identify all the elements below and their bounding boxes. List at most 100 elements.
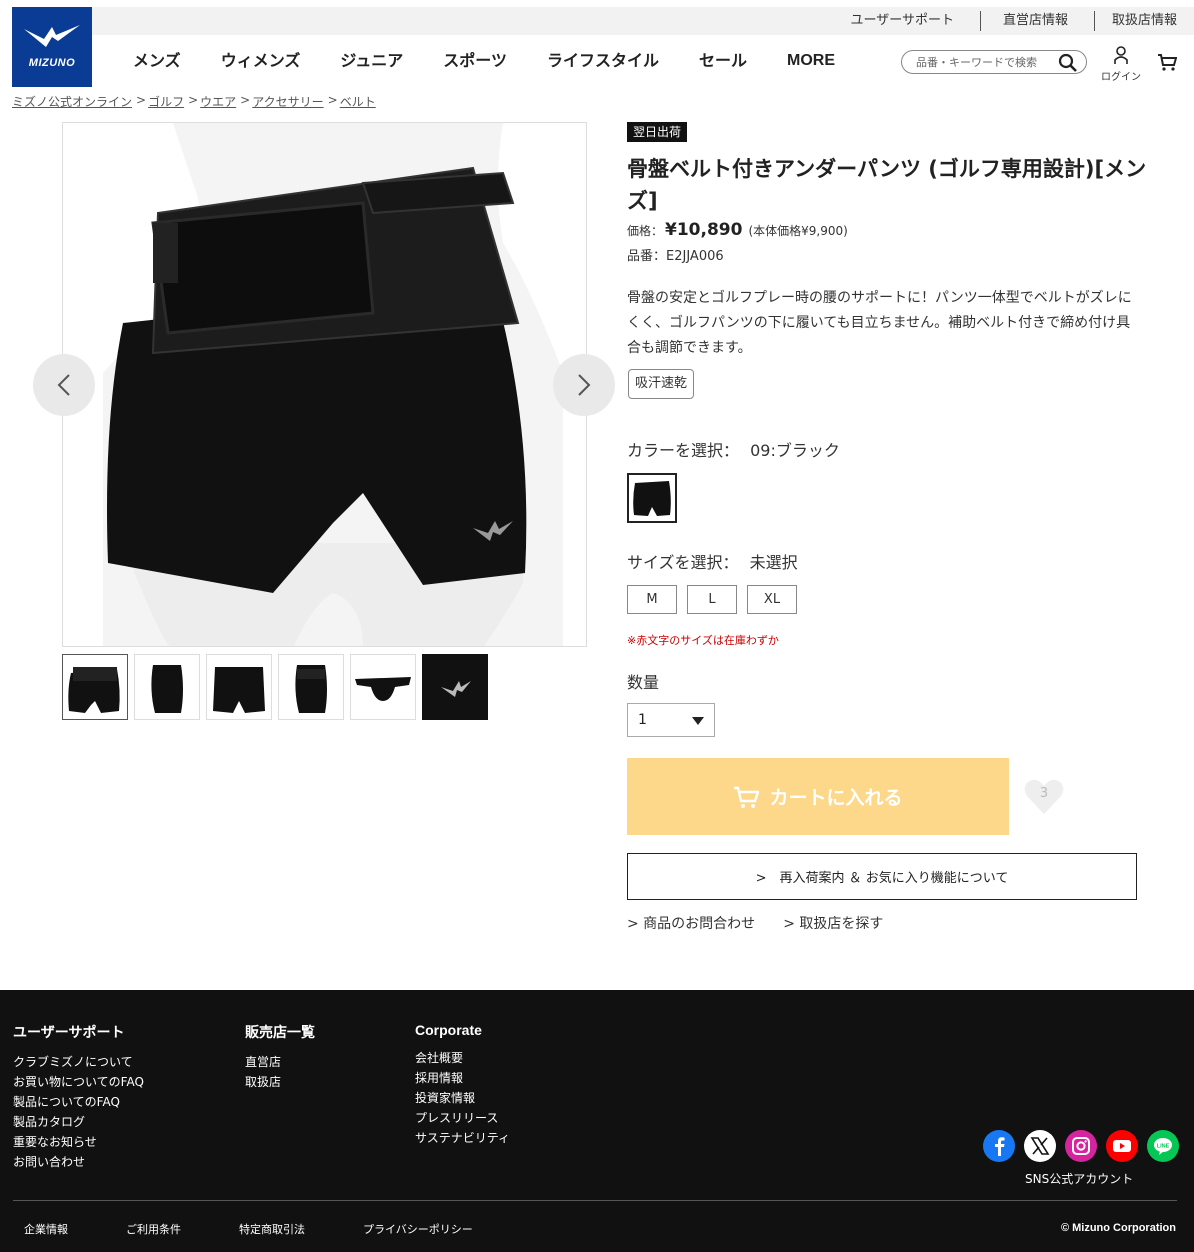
size-button-l[interactable]: L	[687, 585, 737, 614]
thumbnail-strip	[62, 654, 494, 720]
footer-link[interactable]: お買い物についてのFAQ	[13, 1072, 144, 1092]
footer-heading-corporate: Corporate	[415, 1022, 482, 1038]
utility-link-direct-stores[interactable]: 直営店情報	[979, 11, 1094, 31]
breadcrumb: ミズノ公式オンライン > ゴルフ > ウエア > アクセサリー > ベルト	[12, 93, 376, 110]
add-to-cart-button[interactable]: カートに入れる	[627, 758, 1009, 835]
breadcrumb-wear[interactable]: ウエア	[200, 93, 236, 110]
nav-sports[interactable]: スポーツ	[443, 50, 507, 72]
selected-size: 未選択	[749, 553, 798, 572]
thumbnail-1[interactable]	[62, 654, 128, 720]
selected-color: 09:ブラック	[750, 441, 840, 460]
product-inquiry-link[interactable]: > 商品のお問合わせ	[627, 913, 755, 933]
x-icon[interactable]	[1024, 1130, 1056, 1162]
size-options: M L XL	[627, 585, 807, 614]
breadcrumb-belt[interactable]: ベルト	[340, 93, 376, 110]
footer-link[interactable]: 製品カタログ	[13, 1112, 144, 1132]
global-nav: メンズ ウィメンズ ジュニア スポーツ ライフスタイル セール MORE	[133, 50, 875, 72]
nav-lifestyle[interactable]: ライフスタイル	[547, 50, 659, 72]
color-selector-label: カラーを選択： 09:ブラック	[627, 437, 840, 461]
quantity-select[interactable]: 1	[627, 703, 715, 737]
breadcrumb-golf[interactable]: ゴルフ	[148, 93, 184, 110]
thumbnail-image	[151, 665, 183, 713]
search-icon[interactable]	[1058, 53, 1078, 73]
product-main-image	[62, 122, 587, 647]
footer-link[interactable]: 直営店	[245, 1052, 315, 1072]
thumbnail-image	[213, 667, 265, 713]
nav-junior[interactable]: ジュニア	[340, 50, 403, 72]
footer-heading-stores: 販売店一覧	[245, 1025, 315, 1041]
login-label: ログイン	[1101, 72, 1141, 83]
next-image-button[interactable]	[553, 354, 615, 416]
footer-link[interactable]: 重要なお知らせ	[13, 1132, 144, 1152]
restock-info-button[interactable]: > 再入荷案内 ＆ お気に入り機能について	[627, 853, 1137, 900]
footer-link[interactable]: クラブミズノについて	[13, 1052, 144, 1072]
sns-icons: LINE	[983, 1130, 1188, 1162]
thumbnail-5[interactable]	[350, 654, 416, 720]
footer-link[interactable]: 取扱店	[245, 1072, 315, 1092]
footer-link[interactable]: サステナビリティ	[415, 1128, 510, 1148]
footer-link[interactable]: お問い合わせ	[13, 1152, 144, 1172]
cart-icon[interactable]	[1157, 53, 1177, 71]
mizuno-logo[interactable]: MIZUNO	[12, 7, 92, 87]
logo-text: MIZUNO	[28, 57, 76, 69]
product-links: > 商品のお問合わせ > 取扱店を探す	[627, 913, 911, 933]
footer-heading-support: ユーザーサポート	[13, 1025, 125, 1041]
legal-link-terms[interactable]: ご利用条件	[126, 1221, 181, 1237]
svg-text:LINE: LINE	[1157, 1144, 1170, 1150]
product-description: 骨盤の安定とゴルフプレー時の腰のサポートに！パンツ一体型でベルトがズレにくく、ゴ…	[627, 290, 1132, 356]
utility-link-retailers[interactable]: 取扱店情報	[1093, 11, 1194, 31]
thumbnail-2[interactable]	[134, 654, 200, 720]
breadcrumb-home[interactable]: ミズノ公式オンライン	[12, 93, 132, 110]
youtube-icon[interactable]	[1106, 1130, 1138, 1162]
breadcrumb-separator: >	[188, 93, 199, 107]
size-button-m[interactable]: M	[627, 585, 677, 614]
size-button-xl[interactable]: XL	[747, 585, 797, 614]
runbird-icon	[441, 681, 471, 697]
price-excluding-tax: (本体価格¥9,900)	[748, 224, 848, 238]
thumbnail-3[interactable]	[206, 654, 272, 720]
footer-legal-links: 企業情報 ご利用条件 特定商取引法 プライバシーポリシー	[24, 1221, 531, 1237]
utility-link-support[interactable]: ユーザーサポート	[850, 11, 979, 31]
favorite-button[interactable]: 3	[1022, 774, 1066, 818]
footer-link[interactable]: 採用情報	[415, 1068, 510, 1088]
thumbnail-6[interactable]	[422, 654, 488, 720]
product-photo	[103, 123, 563, 646]
find-store-link[interactable]: > 取扱店を探す	[783, 913, 883, 933]
quantity-value: 1	[638, 712, 647, 728]
shipping-badge: 翌日出荷	[627, 122, 688, 142]
size-selector-label: サイズを選択： 未選択	[627, 549, 798, 573]
footer-link[interactable]: 投資家情報	[415, 1088, 510, 1108]
swatch-image	[633, 481, 671, 516]
product-price: ¥10,890	[665, 220, 743, 240]
low-stock-note: ※赤文字のサイズは在庫わずか	[627, 634, 779, 647]
prev-image-button[interactable]	[33, 354, 95, 416]
color-label-text: カラーを選択：	[627, 441, 740, 460]
login-button[interactable]: ログイン	[1100, 46, 1142, 83]
legal-link-commerce-act[interactable]: 特定商取引法	[239, 1221, 305, 1237]
thumbnail-4[interactable]	[278, 654, 344, 720]
legal-link-corporate-info[interactable]: 企業情報	[24, 1221, 68, 1237]
product-title: 骨盤ベルト付きアンダーパンツ (ゴルフ専用設計)[メンズ]	[627, 157, 1147, 213]
breadcrumb-separator: >	[136, 93, 147, 107]
color-swatch-black[interactable]	[627, 473, 677, 523]
thumbnail-image	[355, 677, 411, 701]
nav-more[interactable]: MORE	[787, 50, 835, 72]
legal-link-privacy[interactable]: プライバシーポリシー	[363, 1221, 473, 1237]
footer-link[interactable]: 製品についてのFAQ	[13, 1092, 144, 1112]
facebook-icon[interactable]	[983, 1130, 1015, 1162]
footer-link[interactable]: プレスリリース	[415, 1108, 510, 1128]
add-to-cart-label: カートに入れる	[769, 787, 903, 809]
nav-womens[interactable]: ウィメンズ	[221, 50, 301, 72]
utility-bar: ユーザーサポート 直営店情報 取扱店情報	[12, 7, 1194, 35]
sns-label: SNS公式アカウント	[1025, 1172, 1134, 1186]
footer-link[interactable]: 会社概要	[415, 1048, 510, 1068]
breadcrumb-separator: >	[240, 93, 251, 107]
breadcrumb-accessory[interactable]: アクセサリー	[252, 93, 323, 110]
nav-sale[interactable]: セール	[699, 50, 747, 72]
footer-col-stores: 販売店一覧 直営店 取扱店	[245, 1022, 315, 1092]
nav-mens[interactable]: メンズ	[133, 50, 181, 72]
instagram-icon[interactable]	[1065, 1130, 1097, 1162]
line-icon[interactable]: LINE	[1147, 1130, 1179, 1162]
user-icon	[1114, 46, 1128, 64]
search-input[interactable]	[916, 53, 1056, 71]
